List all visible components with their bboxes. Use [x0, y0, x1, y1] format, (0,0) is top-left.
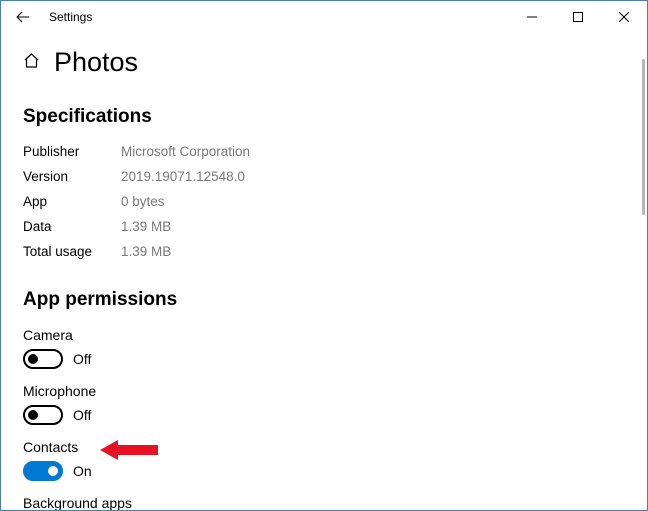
content-area: Photos Specifications Publisher Microsof… — [1, 33, 647, 510]
titlebar: Settings — [1, 1, 647, 33]
permission-microphone: Microphone Off — [23, 383, 625, 425]
spec-value: 0 bytes — [121, 194, 165, 209]
toggle-row: On — [23, 461, 625, 481]
page-header: Photos — [23, 47, 625, 78]
permission-contacts: Contacts On — [23, 439, 625, 481]
contacts-toggle[interactable] — [23, 461, 63, 481]
perm-label: Microphone — [23, 383, 625, 399]
spec-label: Total usage — [23, 244, 121, 259]
spec-value: 1.39 MB — [121, 219, 171, 234]
perm-label: Background apps — [23, 495, 625, 510]
permission-camera: Camera Off — [23, 327, 625, 369]
minimize-button[interactable] — [509, 1, 555, 33]
spec-label: Data — [23, 219, 121, 234]
arrow-left-icon — [16, 10, 30, 24]
spec-row: Publisher Microsoft Corporation — [23, 144, 625, 159]
toggle-row: Off — [23, 349, 625, 369]
spec-row: Data 1.39 MB — [23, 219, 625, 234]
spec-label: App — [23, 194, 121, 209]
page-title: Photos — [54, 47, 138, 78]
permissions-heading: App permissions — [23, 289, 625, 311]
spec-row: App 0 bytes — [23, 194, 625, 209]
app-title: Settings — [49, 10, 92, 24]
spec-value: 1.39 MB — [121, 244, 171, 259]
minimize-icon — [527, 12, 537, 22]
permission-background-apps: Background apps On — [23, 495, 625, 510]
spec-value: Microsoft Corporation — [121, 144, 250, 159]
perm-label: Camera — [23, 327, 625, 343]
back-button[interactable] — [5, 1, 41, 33]
scrollbar[interactable] — [642, 59, 645, 215]
spec-row: Version 2019.19071.12548.0 — [23, 169, 625, 184]
spec-label: Version — [23, 169, 121, 184]
close-icon — [619, 12, 629, 22]
toggle-state: Off — [73, 351, 91, 367]
perm-label: Contacts — [23, 439, 625, 455]
toggle-row: Off — [23, 405, 625, 425]
maximize-icon — [573, 12, 583, 22]
toggle-state: On — [73, 463, 92, 479]
window-controls — [509, 1, 647, 33]
toggle-state: Off — [73, 407, 91, 423]
maximize-button[interactable] — [555, 1, 601, 33]
specifications-heading: Specifications — [23, 106, 625, 128]
spec-label: Publisher — [23, 144, 121, 159]
specifications-list: Publisher Microsoft Corporation Version … — [23, 144, 625, 259]
spec-row: Total usage 1.39 MB — [23, 244, 625, 259]
permissions-section: App permissions Camera Off Microphone Of… — [23, 289, 625, 510]
close-button[interactable] — [601, 1, 647, 33]
home-icon[interactable] — [23, 52, 40, 74]
microphone-toggle[interactable] — [23, 405, 63, 425]
camera-toggle[interactable] — [23, 349, 63, 369]
spec-value: 2019.19071.12548.0 — [121, 169, 245, 184]
